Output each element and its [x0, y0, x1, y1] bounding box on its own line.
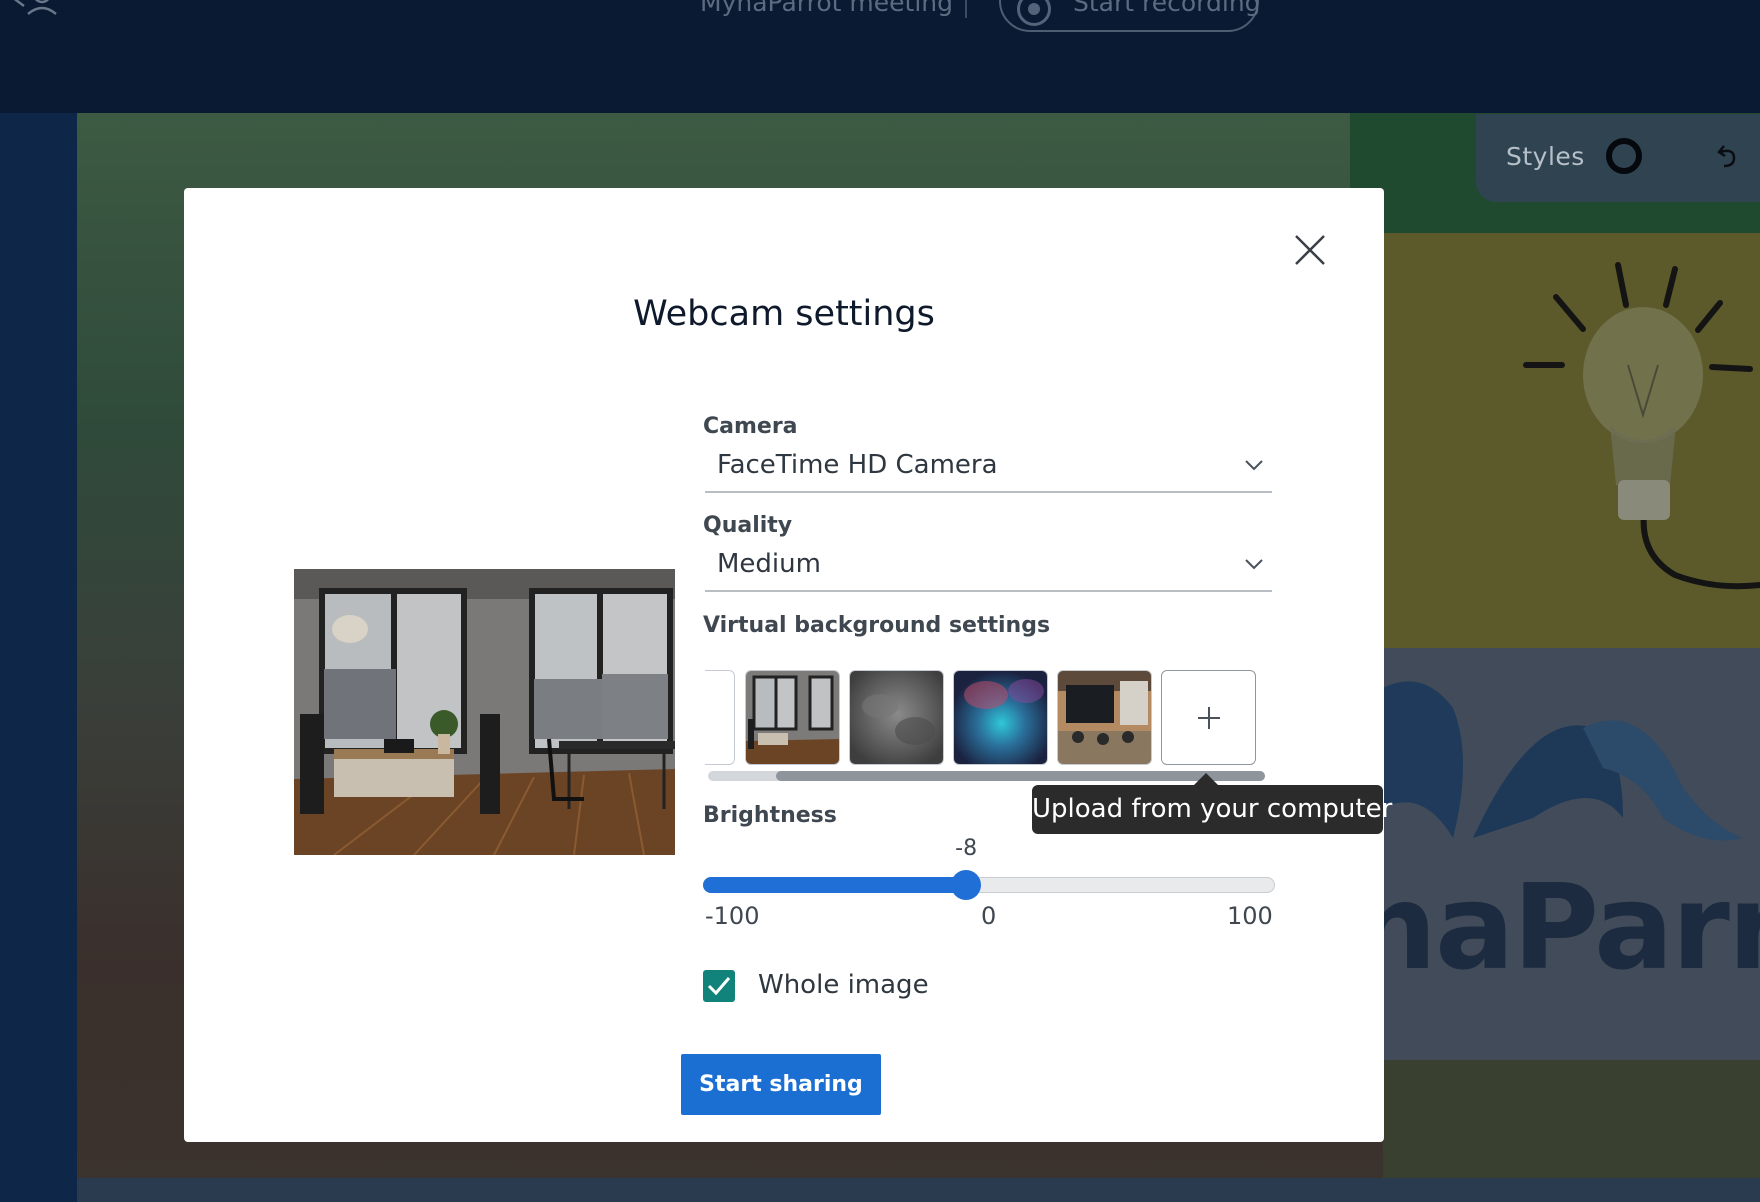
background-option-smoke[interactable] — [849, 670, 944, 765]
start-recording-label: Start recording — [1073, 0, 1261, 17]
brightness-mid-label: 0 — [981, 902, 997, 930]
webcam-settings-modal: Webcam settings Camera FaceTime HD Camer… — [184, 188, 1393, 1142]
background-list-scrollbar[interactable] — [708, 771, 1265, 781]
slider-handle[interactable] — [951, 870, 982, 900]
start-recording-button[interactable]: Start recording — [999, 0, 1261, 32]
modal-title: Webcam settings — [633, 294, 935, 334]
upload-background-button[interactable] — [1161, 670, 1256, 765]
top-bar: MynaParrot meeting Start recording — [0, 0, 1760, 113]
brightness-min-label: -100 — [705, 902, 760, 930]
scrollbar-thumb[interactable] — [776, 771, 1265, 781]
slide-panel-logo: naParro — [1383, 648, 1760, 1060]
background-option-none[interactable] — [705, 670, 735, 765]
parrot-logo-icon — [1383, 681, 1743, 841]
left-rail — [0, 113, 77, 1202]
quality-select-value: Medium — [717, 549, 821, 579]
background-option-room[interactable] — [745, 670, 840, 765]
styles-label: Styles — [1506, 142, 1585, 171]
whole-image-label: Whole image — [758, 970, 929, 1000]
bottom-strip — [77, 1178, 1760, 1202]
undo-icon[interactable] — [1714, 144, 1740, 170]
virtual-background-list — [705, 670, 1272, 770]
close-icon[interactable] — [1292, 232, 1328, 268]
title-divider — [965, 0, 967, 18]
start-sharing-button[interactable]: Start sharing — [681, 1054, 881, 1115]
camera-label: Camera — [703, 414, 798, 439]
quality-select[interactable]: Medium — [705, 545, 1272, 592]
slide-panel-bottom — [1383, 1060, 1760, 1178]
meeting-title: MynaParrot meeting — [700, 0, 953, 17]
slide-logo-text: naParro — [1383, 858, 1760, 996]
upload-tooltip: Upload from your computer — [1032, 773, 1393, 834]
check-icon — [707, 977, 731, 996]
styles-toggle[interactable] — [1606, 138, 1642, 174]
styles-panel: Styles — [1476, 114, 1760, 202]
camera-select[interactable]: FaceTime HD Camera — [705, 446, 1272, 493]
background-option-office[interactable] — [1057, 670, 1152, 765]
upload-tooltip-text: Upload from your computer — [1032, 794, 1393, 824]
webcam-preview — [294, 569, 675, 855]
brightness-label: Brightness — [703, 803, 837, 828]
whole-image-checkbox[interactable] — [703, 970, 735, 1002]
camera-select-value: FaceTime HD Camera — [717, 450, 998, 480]
quality-label: Quality — [703, 513, 793, 538]
record-icon — [1017, 0, 1051, 26]
brightness-slider[interactable]: -8 — [703, 836, 1275, 900]
chevron-down-icon — [1245, 460, 1263, 471]
lightbulb-illustration — [1523, 262, 1760, 590]
plus-icon — [1198, 707, 1220, 729]
slider-fill — [703, 877, 967, 893]
virtual-background-label: Virtual background settings — [703, 613, 1051, 638]
user-icon[interactable] — [10, 0, 58, 18]
chevron-down-icon — [1245, 559, 1263, 570]
background-option-blur[interactable] — [953, 670, 1048, 765]
slider-value: -8 — [955, 836, 978, 861]
brightness-max-label: 100 — [1227, 902, 1273, 930]
